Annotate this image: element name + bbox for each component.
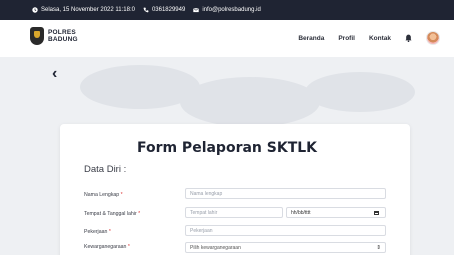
back-button[interactable]: ‹	[52, 66, 57, 82]
user-avatar[interactable]	[426, 31, 440, 45]
nav-links: Beranda Profil Kontak	[298, 31, 440, 45]
tempat-lahir-placeholder: Tempat lahir	[190, 209, 218, 216]
brand-line-2: BADUNG	[48, 36, 78, 43]
pekerjaan-input[interactable]: Pekerjaan	[185, 225, 386, 236]
tanggal-lahir-placeholder: hh/bb/tttt	[291, 209, 311, 216]
label-text: Nama Lengkap	[84, 192, 120, 198]
email-item[interactable]: info@polresbadung.id	[193, 7, 261, 13]
datetime-text: Selasa, 15 November 2022 11:18:0	[41, 7, 135, 13]
label-text: Pekerjaan	[84, 229, 108, 235]
brand-line-1: POLRES	[48, 29, 76, 36]
nama-lengkap-placeholder: Nama lengkap	[190, 190, 223, 197]
label-kewarganegaraan: Kewarganegaraan *	[84, 244, 130, 250]
chevron-updown-icon: ⇕	[376, 245, 381, 251]
email-text: info@polresbadung.id	[202, 7, 261, 13]
required-mark: *	[127, 244, 130, 250]
required-mark: *	[120, 192, 123, 198]
brand-text: POLRES BADUNG	[48, 29, 78, 43]
top-info-bar: Selasa, 15 November 2022 11:18:0 0361829…	[0, 0, 454, 20]
section-title-data-diri: Data Diri :	[84, 164, 127, 175]
required-mark: *	[108, 229, 111, 235]
label-text: Tempat & Tanggal lahir	[84, 211, 137, 217]
clock-icon	[32, 7, 38, 13]
nav-item-beranda[interactable]: Beranda	[298, 35, 324, 42]
datetime-item: Selasa, 15 November 2022 11:18:0	[32, 7, 135, 13]
nav-item-kontak[interactable]: Kontak	[369, 35, 391, 42]
phone-item[interactable]: 0361829949	[143, 7, 185, 13]
tanggal-lahir-date-input[interactable]: hh/bb/tttt	[286, 207, 386, 218]
bell-icon[interactable]	[405, 34, 412, 42]
nama-lengkap-input[interactable]: Nama lengkap	[185, 188, 386, 199]
required-mark: *	[138, 211, 141, 217]
label-text: Kewarganegaraan	[84, 244, 127, 250]
mail-icon	[193, 7, 200, 13]
nav-item-profil[interactable]: Profil	[338, 35, 355, 42]
kewarganegaraan-select[interactable]: Pilih kewarganegaraan ⇕	[185, 242, 386, 253]
label-tempat-tanggal-lahir: Tempat & Tanggal lahir *	[84, 211, 140, 217]
phone-text: 0361829949	[151, 7, 186, 13]
kewarganegaraan-placeholder: Pilih kewarganegaraan	[190, 244, 241, 251]
phone-icon	[143, 7, 149, 13]
calendar-icon[interactable]	[374, 211, 379, 215]
police-badge-logo	[30, 27, 44, 45]
label-pekerjaan: Pekerjaan *	[84, 229, 111, 235]
label-nama-lengkap: Nama Lengkap *	[84, 192, 123, 198]
tempat-lahir-input[interactable]: Tempat lahir	[185, 207, 283, 218]
pekerjaan-placeholder: Pekerjaan	[190, 227, 213, 234]
navbar: POLRES BADUNG Beranda Profil Kontak	[0, 20, 454, 57]
form-title: Form Pelaporan SKTLK	[136, 140, 318, 156]
brand-logo-link[interactable]: POLRES BADUNG	[30, 27, 78, 45]
